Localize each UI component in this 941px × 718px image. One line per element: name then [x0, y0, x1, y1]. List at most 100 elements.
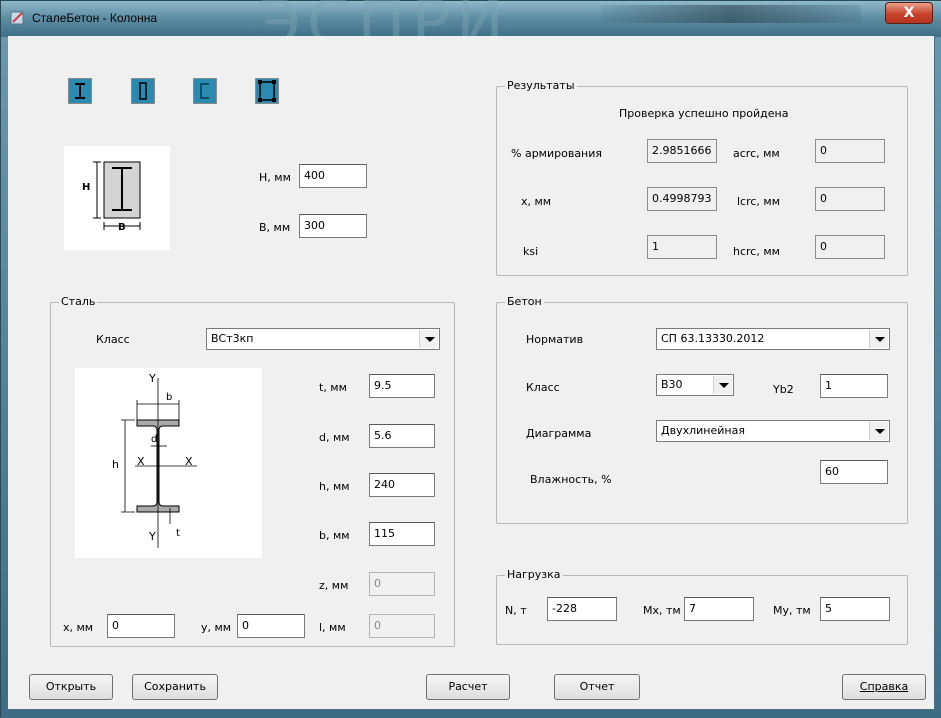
column-section-drawing: [93, 161, 141, 230]
ksi-value: 1: [647, 235, 717, 259]
box-section-button[interactable]: [193, 78, 217, 104]
humidity-label: Влажность, %: [530, 473, 612, 486]
steel-h-input[interactable]: 240: [369, 473, 435, 497]
x-result-value: 0.4998793: [647, 187, 717, 211]
i-beam-y-bottom-label: Y: [149, 530, 156, 543]
section-b-input[interactable]: 300: [299, 214, 367, 238]
steel-z-input: 0: [369, 572, 435, 596]
diagram-h-label: H: [82, 182, 91, 193]
ksi-label: ksi: [523, 245, 539, 258]
channel-section-button[interactable]: [131, 78, 155, 104]
results-group-title: Результаты: [505, 79, 577, 92]
load-group: Нагрузка N, т -228 Mx, тм 7 My, тм 5: [496, 568, 908, 645]
steel-z-label: z, мм: [319, 579, 349, 592]
concrete-class-value: B30: [661, 378, 683, 391]
steel-x-input[interactable]: 0: [107, 614, 175, 638]
chevron-down-icon[interactable]: [869, 422, 888, 440]
save-button[interactable]: Сохранить: [132, 674, 218, 700]
window-title: СталеБетон - Колонна: [32, 11, 157, 25]
tube-section-icon: [256, 79, 278, 103]
steel-class-value: ВСт3кп: [211, 332, 254, 345]
concrete-group: Бетон Норматив СП 63.13330.2012 Класс B3…: [496, 295, 908, 524]
i-beam-y-top-label: Y: [149, 372, 156, 385]
chevron-down-icon[interactable]: [713, 376, 732, 394]
i-beam-h-label: h: [112, 458, 119, 471]
calculate-button[interactable]: Расчет: [426, 674, 510, 700]
diagram-label: Диаграмма: [526, 427, 592, 440]
i-beam-section-icon: [69, 79, 91, 103]
i-beam-d-label: d: [151, 434, 158, 445]
concrete-class-select[interactable]: B30: [656, 374, 734, 396]
steel-t-input[interactable]: 9.5: [369, 374, 435, 398]
box-section-icon: [194, 79, 216, 103]
check-status-text: Проверка успешно пройдена: [619, 107, 789, 120]
reinforcement-value: 2.9851666: [647, 139, 717, 163]
n-label: N, т: [505, 604, 527, 617]
mx-label: Mx, тм: [643, 604, 681, 617]
section-b-label: B, мм: [259, 221, 291, 234]
steel-group: Сталь Класс ВСт3кп Y b d h X X Y t t, мм…: [50, 295, 455, 647]
n-input[interactable]: -228: [547, 597, 617, 621]
diagram-value: Двухлинейная: [661, 424, 745, 437]
window-border-right: [935, 37, 941, 718]
steel-l-input: 0: [369, 614, 435, 638]
i-beam-x-right-label: X: [185, 455, 193, 468]
steel-h-label: h, мм: [319, 480, 350, 493]
concrete-class-label: Класс: [526, 381, 560, 394]
steel-y-input[interactable]: 0: [237, 614, 305, 638]
i-beam-x-left-label: X: [137, 455, 145, 468]
steel-x-label: x, мм: [63, 621, 94, 634]
steel-d-input[interactable]: 5.6: [369, 424, 435, 448]
norm-value: СП 63.13330.2012: [661, 332, 765, 345]
report-button[interactable]: Отчет: [554, 674, 640, 700]
mx-input[interactable]: 7: [684, 597, 754, 621]
reinforcement-label: % армирования: [511, 147, 603, 160]
i-beam-section-button[interactable]: [68, 78, 92, 104]
steel-group-title: Сталь: [59, 295, 98, 308]
chevron-down-icon[interactable]: [419, 330, 438, 348]
yb2-input[interactable]: 1: [820, 374, 888, 398]
acrc-label: acrc, мм: [733, 147, 780, 160]
app-icon: [10, 11, 24, 25]
section-h-input[interactable]: 400: [299, 164, 367, 188]
results-group: Результаты Проверка успешно пройдена % а…: [496, 79, 908, 276]
i-beam-b-label: b: [166, 392, 173, 403]
lcrc-value: 0: [815, 187, 885, 211]
hcrc-label: hcrc, мм: [733, 245, 780, 258]
norm-label: Норматив: [526, 333, 584, 346]
steel-b-input[interactable]: 115: [369, 522, 435, 546]
section-h-label: H, мм: [259, 171, 291, 184]
title-bar[interactable]: ЭСПРИ СталеБетон - Колонна X: [1, 0, 941, 61]
diagram-select[interactable]: Двухлинейная: [656, 420, 890, 442]
load-group-title: Нагрузка: [505, 568, 563, 581]
close-button[interactable]: X: [885, 2, 933, 24]
steel-b-label: b, мм: [319, 529, 350, 542]
i-beam-diagram: Y b d h X X Y t: [75, 368, 262, 558]
steel-class-select[interactable]: ВСт3кп: [206, 328, 440, 350]
i-beam-t-label: t: [176, 528, 180, 539]
norm-select[interactable]: СП 63.13330.2012: [656, 328, 890, 350]
concrete-group-title: Бетон: [505, 295, 544, 308]
my-input[interactable]: 5: [820, 597, 890, 621]
column-section-diagram: H B: [64, 146, 170, 250]
chevron-down-icon[interactable]: [869, 330, 888, 348]
diagram-b-label: B: [118, 222, 126, 233]
steel-class-label: Класс: [96, 333, 130, 346]
hcrc-value: 0: [815, 235, 885, 259]
steel-d-label: d, мм: [319, 431, 350, 444]
channel-section-icon: [132, 79, 154, 103]
steel-t-label: t, мм: [319, 381, 347, 394]
humidity-input[interactable]: 60: [820, 460, 888, 484]
yb2-label: Yb2: [773, 383, 794, 396]
help-button[interactable]: Справка: [842, 674, 926, 700]
x-result-label: x, мм: [521, 195, 552, 208]
tube-section-button[interactable]: [255, 78, 279, 104]
steel-l-label: l, мм: [319, 621, 346, 634]
my-label: My, тм: [773, 604, 811, 617]
open-button[interactable]: Открыть: [29, 674, 113, 700]
client-area: H B H, мм 400 B, мм 300 Результаты Прове…: [8, 36, 934, 709]
acrc-value: 0: [815, 139, 885, 163]
steel-y-label: y, мм: [201, 621, 232, 634]
title-bar-decoration: [601, 5, 861, 23]
lcrc-label: lcrc, мм: [737, 195, 781, 208]
